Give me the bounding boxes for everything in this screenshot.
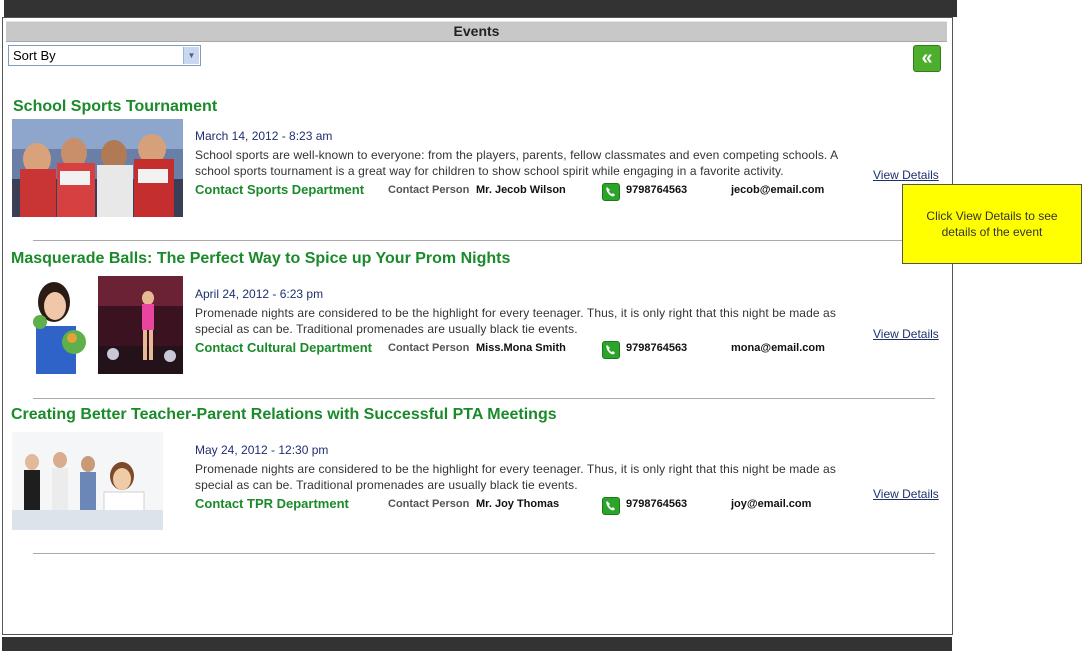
event-divider — [33, 240, 935, 241]
view-details-link[interactable]: View Details — [873, 487, 939, 501]
contact-row: Contact Sports Department Contact Person… — [195, 182, 855, 201]
contact-person-label: Contact Person — [388, 498, 470, 510]
contact-person-name: Miss.Mona Smith — [476, 342, 566, 354]
contact-email: mona@email.com — [731, 342, 825, 354]
chevron-down-icon[interactable]: ▼ — [183, 47, 199, 64]
contact-person-label: Contact Person — [388, 184, 470, 196]
phone-icon — [602, 341, 620, 359]
contact-department[interactable]: Contact Cultural Department — [195, 340, 372, 355]
event-divider — [33, 553, 935, 554]
event-divider — [33, 398, 935, 399]
event-description: Promenade nights are considered to be th… — [195, 462, 836, 492]
sort-by-value: Sort By — [13, 48, 56, 63]
event-image — [12, 432, 163, 530]
bottom-bar — [2, 637, 952, 651]
event-title[interactable]: Masquerade Balls: The Perfect Way to Spi… — [11, 250, 510, 268]
contact-phone: 9798764563 — [626, 184, 688, 196]
tooltip-text: Click View Details to see details of the… — [926, 209, 1058, 239]
contact-row: Contact Cultural Department Contact Pers… — [195, 340, 855, 359]
event-image — [12, 276, 96, 374]
view-details-link[interactable]: View Details — [873, 168, 939, 182]
event-description: School sports are well-known to everyone… — [195, 148, 838, 178]
panel-title: Events — [6, 21, 947, 42]
contact-person-label: Contact Person — [388, 342, 470, 354]
contact-email: jecob@email.com — [731, 184, 825, 196]
help-tooltip: Click View Details to see details of the… — [902, 184, 1082, 264]
contact-department[interactable]: Contact Sports Department — [195, 182, 364, 197]
contact-person-name: Mr. Joy Thomas — [476, 498, 560, 510]
event-title[interactable]: Creating Better Teacher-Parent Relations… — [11, 406, 557, 424]
view-details-link[interactable]: View Details — [873, 327, 939, 341]
sort-by-select[interactable]: Sort By ▼ — [8, 45, 201, 66]
contact-row: Contact TPR Department Contact Person Mr… — [195, 496, 855, 515]
event-title[interactable]: School Sports Tournament — [13, 98, 217, 116]
event-image — [12, 119, 183, 217]
contact-department[interactable]: Contact TPR Department — [195, 496, 349, 511]
top-bar — [4, 0, 957, 17]
contact-phone: 9798764563 — [626, 342, 688, 354]
contact-email: joy@email.com — [731, 498, 812, 510]
event-date: March 14, 2012 - 8:23 am — [195, 129, 333, 143]
double-chevron-left-icon[interactable]: « — [913, 45, 941, 72]
contact-person-name: Mr. Jecob Wilson — [476, 184, 566, 196]
contact-phone: 9798764563 — [626, 498, 688, 510]
events-panel: Events Sort By ▼ « School Sports Tournam… — [2, 17, 953, 635]
event-description: Promenade nights are considered to be th… — [195, 306, 836, 336]
phone-icon — [602, 497, 620, 515]
event-date: April 24, 2012 - 6:23 pm — [195, 287, 324, 301]
event-date: May 24, 2012 - 12:30 pm — [195, 443, 329, 457]
phone-icon — [602, 183, 620, 201]
event-image — [98, 276, 183, 374]
